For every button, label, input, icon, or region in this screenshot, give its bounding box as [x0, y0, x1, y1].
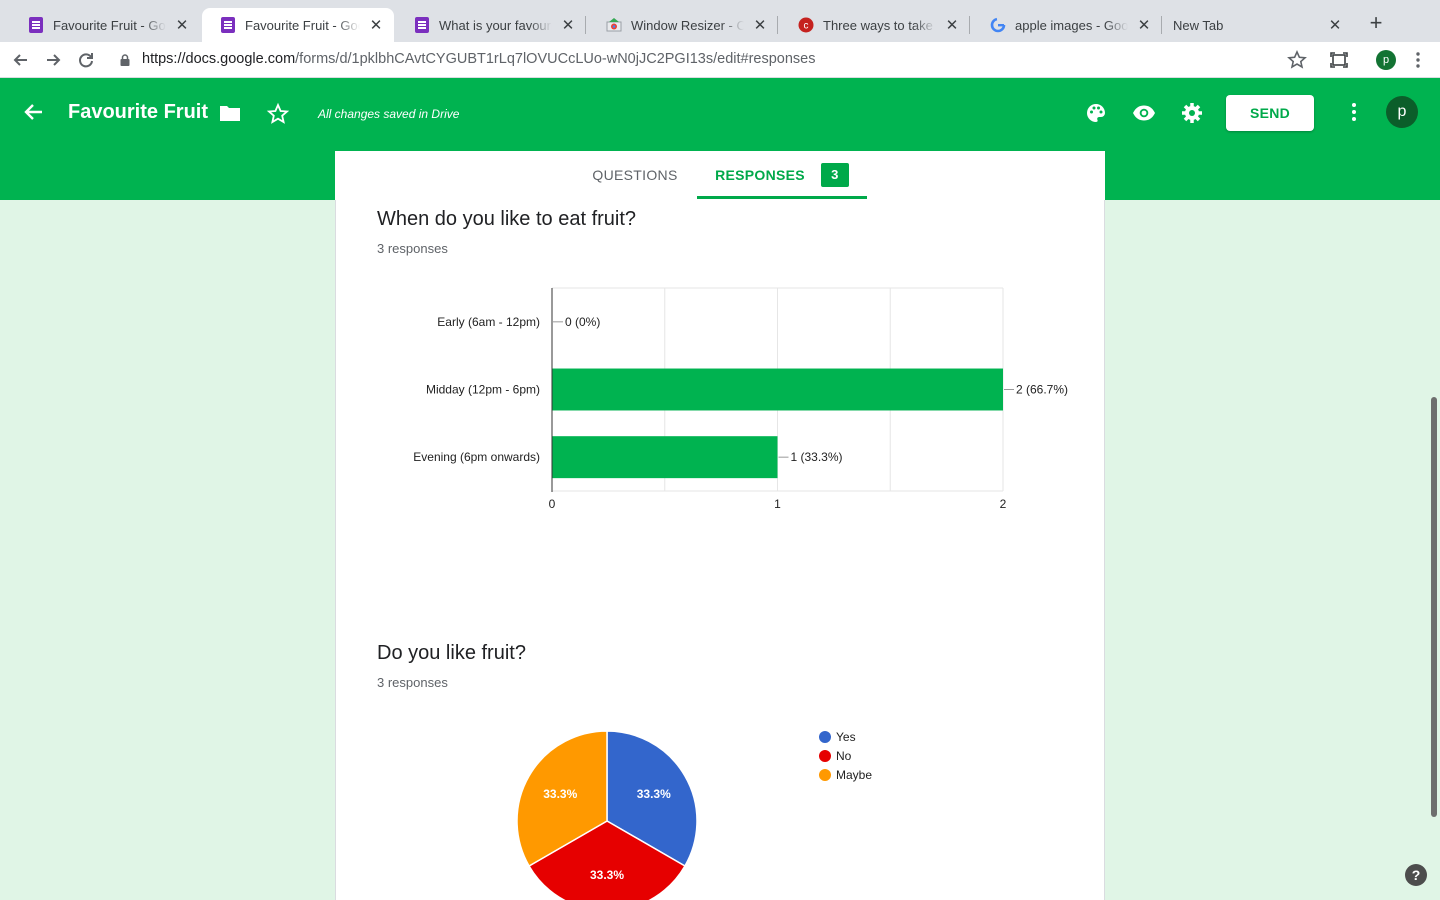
- forms-icon: [414, 17, 430, 33]
- response-count-badge: 3: [820, 162, 849, 187]
- pie-slice-label: 33.3%: [637, 787, 671, 801]
- arrow-left-icon: [13, 54, 27, 66]
- window-resizer-button[interactable]: [1328, 49, 1350, 71]
- folder-icon[interactable]: [219, 104, 241, 122]
- browser-tab[interactable]: What is your favourite fruit? ✕: [396, 8, 586, 42]
- send-button[interactable]: SEND: [1226, 95, 1314, 131]
- page-scrollbar[interactable]: [1431, 397, 1437, 817]
- bar: [552, 368, 1003, 411]
- tab-divider: [969, 16, 970, 34]
- bar-data-label: 1 (33.3%): [791, 450, 843, 464]
- back-button[interactable]: [10, 49, 32, 71]
- tab-title: apple images - Google Search: [1015, 17, 1128, 33]
- more-vert-icon[interactable]: [1342, 100, 1366, 124]
- new-tab-button[interactable]: +: [1364, 12, 1388, 36]
- forms-icon: [28, 17, 44, 33]
- responses-card: When do you like to eat fruit? 3 respons…: [335, 200, 1105, 900]
- active-tab-indicator: [697, 196, 867, 199]
- star-icon[interactable]: [266, 102, 290, 126]
- browser-tab-active[interactable]: Favourite Fruit - Google Forms ✕: [202, 8, 394, 42]
- lock-icon: [120, 54, 130, 66]
- tab-title: Favourite Fruit - Google Forms: [245, 17, 360, 33]
- profile-avatar[interactable]: p: [1376, 50, 1396, 70]
- bar-category-label: Evening (6pm onwards): [413, 450, 540, 464]
- more-vert-icon: [1416, 52, 1420, 68]
- reload-button[interactable]: [75, 49, 97, 71]
- response-count: 3 responses: [377, 675, 448, 690]
- pie-slice-label: 33.3%: [543, 787, 577, 801]
- legend-label: Yes: [836, 730, 856, 744]
- x-tick-label: 2: [1000, 497, 1007, 511]
- bar-category-label: Early (6am - 12pm): [437, 315, 540, 329]
- reload-icon: [79, 53, 93, 68]
- browser-tab-strip: Favourite Fruit - Google Forms ✕ Favouri…: [0, 0, 1440, 42]
- save-status: All changes saved in Drive: [318, 107, 460, 121]
- form-view-tabs: QUESTIONS RESPONSES 3: [335, 151, 1105, 200]
- x-tick-label: 1: [774, 497, 781, 511]
- pie-slice-label: 33.3%: [590, 868, 624, 882]
- eye-icon[interactable]: [1132, 101, 1156, 125]
- resize-icon: [1330, 52, 1348, 68]
- tab-title: Window Resizer - Chrome Web Store: [631, 17, 744, 33]
- close-icon[interactable]: ✕: [174, 16, 190, 34]
- arrow-right-icon: [47, 54, 61, 66]
- browser-tab[interactable]: c Three ways to take a screenshot ✕: [780, 8, 970, 42]
- close-icon[interactable]: ✕: [368, 16, 384, 34]
- tab-divider: [585, 16, 586, 34]
- pie-chart: 33.3% 33.3% 33.3% Yes No Maybe: [516, 730, 872, 900]
- bar: [552, 436, 778, 479]
- forms-icon: [220, 17, 236, 33]
- google-icon: [990, 17, 1006, 33]
- help-icon[interactable]: ?: [1405, 864, 1427, 886]
- browser-tab[interactable]: New Tab ✕: [1155, 8, 1353, 42]
- close-icon[interactable]: ✕: [944, 16, 960, 34]
- form-title[interactable]: Favourite Fruit: [68, 101, 208, 124]
- question-title: Do you like fruit?: [377, 642, 526, 664]
- url-host: https://docs.google.com: [142, 51, 296, 67]
- palette-icon[interactable]: [1084, 101, 1108, 125]
- address-bar[interactable]: https://docs.google.com/forms/d/1pklbhCA…: [142, 51, 816, 67]
- tab-responses-label: RESPONSES: [715, 166, 805, 183]
- question-title: When do you like to eat fruit?: [377, 208, 637, 230]
- tab-title: What is your favourite fruit?: [439, 17, 552, 33]
- tab-questions[interactable]: QUESTIONS: [565, 151, 705, 198]
- tab-responses[interactable]: RESPONSES 3: [697, 151, 867, 198]
- legend-marker: [819, 731, 831, 743]
- forward-button[interactable]: [42, 49, 64, 71]
- back-arrow-icon[interactable]: [22, 100, 46, 124]
- bookmark-button[interactable]: [1286, 49, 1308, 71]
- response-count: 3 responses: [377, 241, 448, 256]
- close-icon[interactable]: ✕: [1136, 16, 1152, 34]
- browser-tab[interactable]: apple images - Google Search ✕: [972, 8, 1162, 42]
- star-outline-icon: [1287, 50, 1307, 69]
- close-icon[interactable]: ✕: [560, 16, 576, 34]
- chrome-store-icon: [606, 17, 622, 33]
- x-tick-label: 0: [549, 497, 556, 511]
- tab-questions-label: QUESTIONS: [592, 166, 678, 183]
- bar-chart: Early (6am - 12pm) 0 (0%) Midday (12pm - 6…: [413, 287, 1068, 511]
- legend-marker: [819, 750, 831, 762]
- browser-toolbar: https://docs.google.com/forms/d/1pklbhCA…: [0, 42, 1440, 78]
- bar-data-label: 2 (66.7%): [1016, 383, 1068, 397]
- legend-marker: [819, 769, 831, 781]
- bar-data-label: 0 (0%): [565, 315, 600, 329]
- tab-divider: [777, 16, 778, 34]
- account-avatar[interactable]: p: [1386, 96, 1418, 128]
- close-icon[interactable]: ✕: [1327, 16, 1343, 34]
- legend-label: Maybe: [836, 768, 872, 782]
- tab-title: Favourite Fruit - Google Forms: [53, 17, 166, 33]
- red-c-icon: c: [798, 17, 814, 33]
- chrome-menu-button[interactable]: [1407, 49, 1429, 71]
- tab-title: New Tab: [1173, 17, 1224, 33]
- bar-category-label: Midday (12pm - 6pm): [426, 383, 540, 397]
- svg-text:c: c: [804, 21, 809, 32]
- gear-icon[interactable]: [1180, 101, 1204, 125]
- tab-title: Three ways to take a screenshot: [823, 17, 936, 33]
- legend-label: No: [836, 749, 852, 763]
- browser-tab[interactable]: Window Resizer - Chrome Web Store ✕: [588, 8, 778, 42]
- url-path: /forms/d/1pklbhCAvtCYGUBT1rLq7lOVUCcLUo-…: [295, 51, 816, 67]
- browser-tab[interactable]: Favourite Fruit - Google Forms ✕: [10, 8, 200, 42]
- close-icon[interactable]: ✕: [752, 16, 768, 34]
